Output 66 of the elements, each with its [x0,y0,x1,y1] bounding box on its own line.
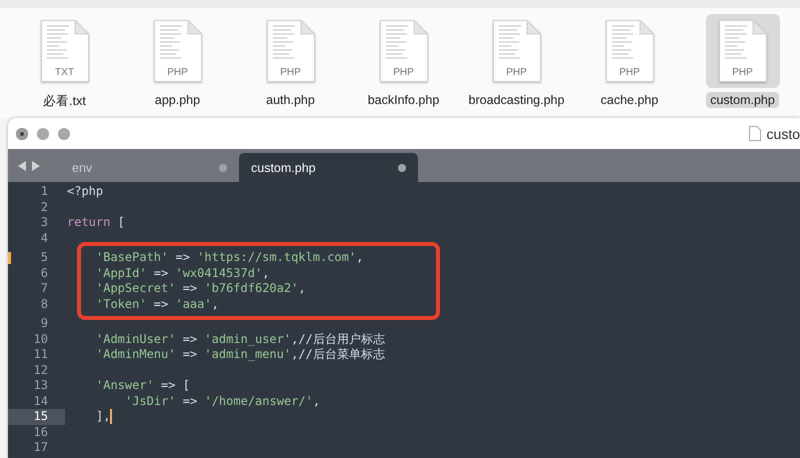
close-button[interactable] [16,128,28,140]
file-tile[interactable]: PHP [480,14,554,88]
file-name[interactable]: app.php [150,92,204,108]
line-number: 12 [32,362,48,378]
file-type-label: PHP [618,67,641,78]
line-number: 7 [40,281,48,296]
document-icon [154,20,202,82]
document-icon [606,20,654,82]
line-number: 14 [32,394,48,409]
file-tile[interactable]: PHP [254,14,328,88]
file-type-label: PHP [166,67,189,78]
document-icon [380,20,428,82]
file-type-label: PHP [505,67,528,78]
line-number: 5 [40,250,48,266]
file-name[interactable]: custom.php [706,92,779,108]
line-number: 10 [32,332,48,347]
file-type-label: PHP [279,67,302,78]
text-cursor [110,409,112,424]
window-title: custo [766,126,800,142]
line-number: 3 [40,215,48,230]
code-line: 'AppSecret' => 'b76fdf620a2', [96,281,306,296]
file-name[interactable]: 必看.txt [39,92,90,111]
file-type-label: TXT [54,67,75,78]
line-number: 2 [40,200,48,215]
code-line: <?php [67,184,104,200]
editor-tab[interactable]: custom.php [239,153,418,182]
line-number: 6 [40,266,48,281]
document-icon [748,126,761,141]
code-line: return [ [67,215,125,230]
file-tile[interactable]: PHP [366,14,440,88]
file-name[interactable]: broadcasting.php [464,92,568,108]
document-icon [718,20,766,82]
file-name[interactable]: backInfo.php [364,92,444,108]
file-tile[interactable]: PHP [706,14,780,88]
navigation-arrows-icon[interactable] [18,161,42,171]
code-line: 'Answer' => [ [96,378,190,394]
file-name[interactable]: auth.php [262,92,319,108]
file-name[interactable]: cache.php [596,92,662,108]
zoom-button[interactable] [58,128,70,140]
document-icon [492,20,540,82]
code-line: ], [96,409,110,424]
code-line: 'Token' => 'aaa', [96,296,219,312]
line-number: 9 [40,316,48,332]
code-line: 'AdminUser' => 'admin_user',//后台用户标志 [96,332,385,347]
document-icon [266,20,314,82]
line-number: 16 [32,424,48,440]
line-number: 15 [8,409,65,424]
code-line: 'BasePath' => 'https://sm.tqklm.com', [96,250,364,266]
file-type-label: PHP [731,67,754,78]
file-tile[interactable]: PHP [140,14,214,88]
line-number: 1 [40,184,48,200]
code-line: 'JsDir' => '/home/answer/', [125,394,320,409]
minimize-button[interactable] [37,128,49,140]
file-tile[interactable]: TXT [28,14,102,88]
line-number: 17 [32,440,48,456]
line-number: 8 [40,296,48,312]
line-number: 11 [32,347,48,362]
document-icon [40,20,88,82]
code-line: 'AppId' => 'wx0414537d', [96,266,270,281]
code-line: 'AdminMenu' => 'admin_menu',//后台菜单标志 [96,347,385,362]
file-tile[interactable]: PHP [592,14,666,88]
unsaved-dot-icon [219,164,227,172]
file-type-label: PHP [392,67,415,78]
line-number: 4 [40,230,48,246]
line-number: 13 [32,378,48,394]
unsaved-dot-icon [398,164,406,172]
